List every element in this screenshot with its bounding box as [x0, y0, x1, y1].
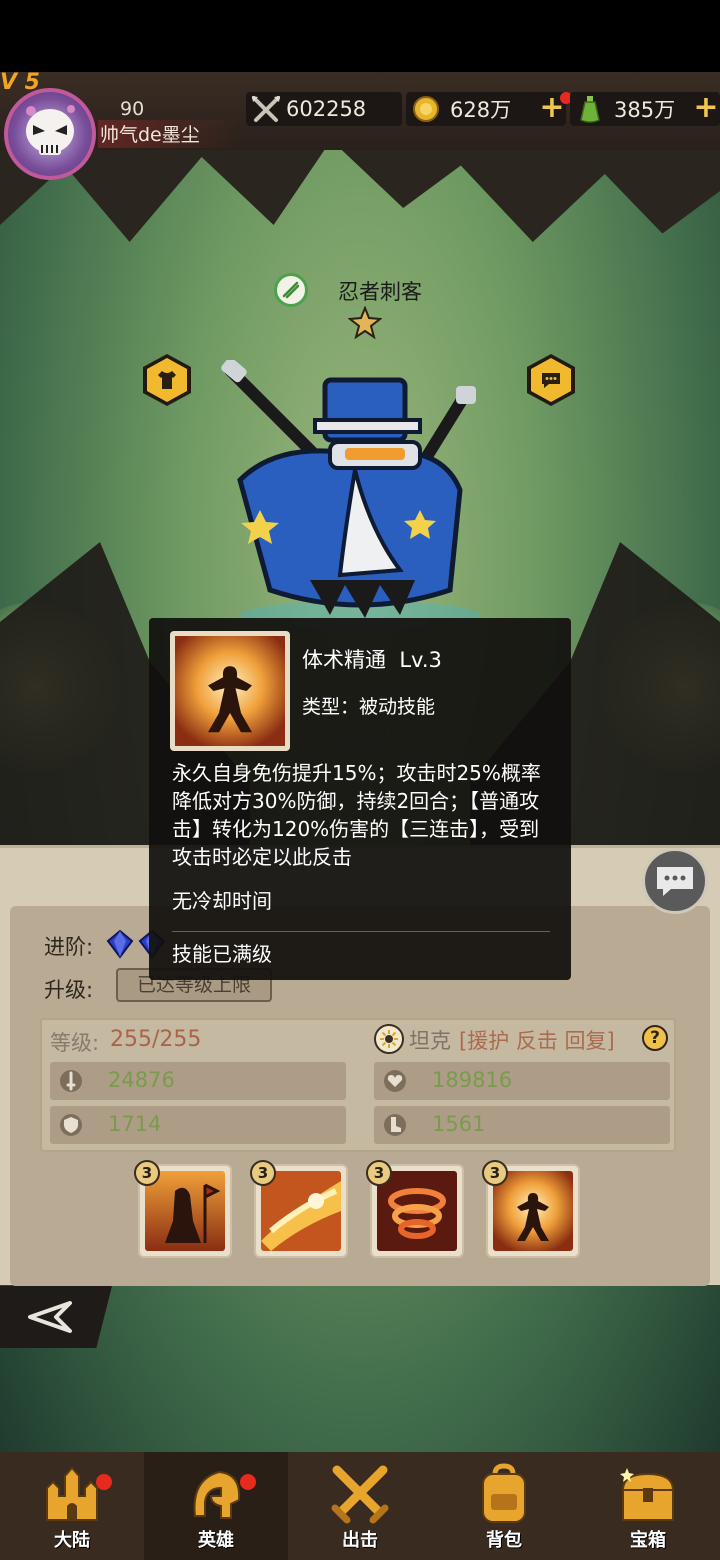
stat-defense: 1714 [50, 1106, 346, 1144]
nav-battle[interactable]: 出击 [288, 1452, 432, 1560]
stat-speed: 1561 [374, 1106, 670, 1144]
chat-button[interactable] [642, 848, 708, 914]
shirt-icon [158, 371, 176, 389]
sword-icon [58, 1068, 84, 1094]
upgrade-label: 升级: [44, 978, 94, 1002]
skill-level-badge: 3 [250, 1160, 276, 1186]
player-avatar[interactable] [4, 88, 96, 180]
skill-slot-1[interactable]: 3 [134, 1160, 232, 1258]
add-potion-button[interactable]: + [690, 93, 720, 125]
nav-treasure[interactable]: 宝箱 [576, 1452, 720, 1560]
level-value: 255/255 [110, 1027, 202, 1052]
backpack-icon [482, 1463, 526, 1523]
heart-icon [382, 1068, 408, 1094]
skill-slot-3[interactable]: 3 [366, 1160, 464, 1258]
popup-skill-type: 类型：被动技能 [302, 696, 436, 718]
skill-slot-2[interactable]: 3 [250, 1160, 348, 1258]
player-level: 90 [120, 98, 145, 120]
castle-icon [46, 1466, 98, 1521]
player-name: 帅气de墨尘 [98, 120, 238, 148]
blue-gem-icon [106, 929, 134, 959]
gold-coin-icon [408, 92, 444, 126]
nav-label: 宝箱 [630, 1530, 666, 1551]
advance-label: 进阶: [44, 935, 94, 959]
attack-value: 24876 [108, 1068, 175, 1092]
nav-heroes-badge [240, 1474, 256, 1490]
help-icon[interactable]: ? [642, 1025, 668, 1051]
popup-skill-name: 体术精通 Lv.3 [302, 648, 442, 672]
popup-cooldown: 无冷却时间 [172, 889, 272, 913]
back-button[interactable] [0, 1286, 112, 1348]
vip-level: V 5 [0, 70, 40, 95]
skull-avatar-icon [26, 105, 75, 155]
hp-value: 189816 [432, 1068, 513, 1092]
speed-value: 1561 [432, 1112, 486, 1136]
power-resource: 602258 [246, 92, 402, 126]
gold-value: 628万 [450, 98, 512, 122]
crossed-swords-icon [248, 92, 284, 126]
star-icon [348, 306, 382, 340]
skill-level-badge: 3 [134, 1160, 160, 1186]
stat-attack: 24876 [50, 1062, 346, 1100]
boot-icon [382, 1112, 408, 1138]
hero-character-ninja-assassin [221, 360, 480, 629]
fire-dash-icon [261, 1171, 341, 1251]
nav-backpack[interactable]: 背包 [432, 1452, 576, 1560]
potion-value: 385万 [614, 98, 676, 122]
status-bar [0, 0, 720, 72]
stat-hp: 189816 [374, 1062, 670, 1100]
skill-level-badge: 3 [482, 1160, 508, 1186]
power-value: 602258 [286, 97, 367, 121]
skill-slot-4[interactable]: 3 [482, 1160, 580, 1258]
assassin-class-icon [274, 273, 308, 307]
role-tags: [援护 反击 回复] [459, 1029, 615, 1053]
shield-icon [58, 1112, 84, 1138]
speech-bubble-icon [542, 373, 560, 388]
level-label: 等级: [50, 1031, 100, 1055]
bottom-navigation: 大陆 英雄 出击 背包 宝箱 [0, 1452, 720, 1560]
popup-skill-icon [170, 631, 290, 751]
nav-heroes[interactable]: 英雄 [144, 1452, 288, 1560]
defense-value: 1714 [108, 1112, 162, 1136]
nav-label: 英雄 [198, 1530, 234, 1551]
martial-mastery-icon [175, 636, 285, 746]
nav-label: 大陆 [54, 1530, 90, 1551]
nav-continent-badge [96, 1474, 112, 1490]
back-arrow-icon [28, 1301, 72, 1333]
chat-icon [657, 867, 693, 896]
popup-skill-description: 永久自身免伤提升15%；攻击时25%概率降低对方30%防御，持续2回合；【普通攻… [172, 761, 541, 869]
popup-divider [172, 931, 550, 932]
martial-mastery-icon [493, 1171, 573, 1251]
crossed-swords-icon [331, 1465, 389, 1524]
hero-name: 忍者刺客 [338, 280, 422, 304]
nav-label: 出击 [342, 1530, 378, 1551]
popup-max-level-note: 技能已满级 [172, 942, 272, 966]
skill-level-badge: 3 [366, 1160, 392, 1186]
role-name: 坦克 [409, 1029, 451, 1053]
nav-label: 背包 [486, 1530, 522, 1551]
warrior-flag-icon [145, 1171, 225, 1251]
nav-continent[interactable]: 大陆 [0, 1452, 144, 1560]
tank-role-icon [374, 1024, 404, 1054]
potion-bottle-icon [572, 92, 608, 126]
whirlwind-icon [377, 1171, 457, 1251]
helmet-icon [193, 1470, 241, 1519]
treasure-chest-icon [620, 1468, 675, 1521]
